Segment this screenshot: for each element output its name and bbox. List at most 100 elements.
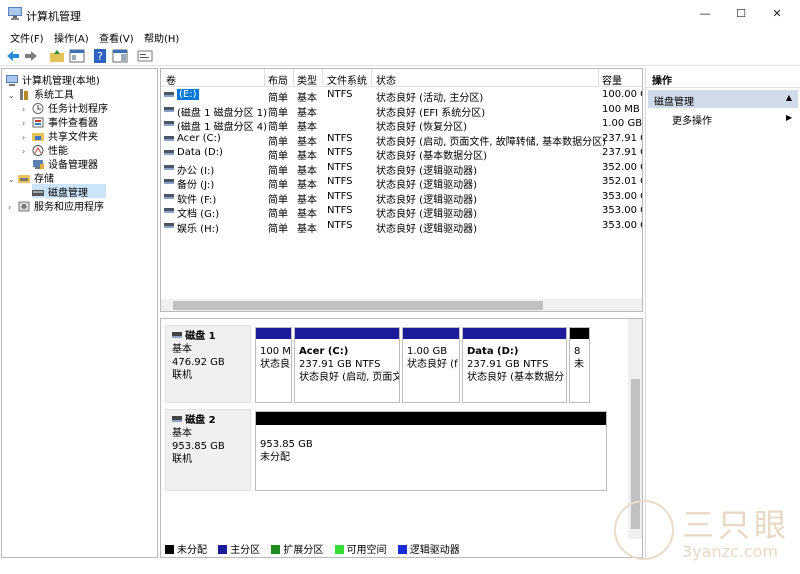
col-status[interactable]: 状态	[376, 72, 396, 87]
legend-extended: 扩展分区	[271, 541, 323, 556]
legend-swatch	[165, 545, 174, 554]
disk1-partition-recovery[interactable]: 1.00 GB 状态良好 (f	[402, 327, 460, 403]
col-layout[interactable]: 布局	[268, 72, 288, 87]
tree-performance[interactable]: › 性能	[22, 142, 68, 157]
disk1-partition-d[interactable]: Data (D:) 237.91 GB NTFS 状态良好 (基本数据分	[462, 327, 567, 403]
cell-cap: 352.01 G	[602, 176, 642, 187]
tree-task-scheduler[interactable]: › 任务计划程序	[22, 100, 108, 115]
chevron-right-icon[interactable]: ›	[22, 147, 32, 156]
cell-vol: (E:)	[177, 89, 199, 100]
chevron-down-icon[interactable]: ⌄	[8, 175, 18, 184]
performance-icon	[32, 145, 44, 156]
menu-help[interactable]: 帮助(H)	[144, 30, 179, 45]
horizontal-scrollbar[interactable]	[161, 299, 642, 311]
cell-cap: 353.00 G	[602, 219, 642, 231]
forward-arrow-icon[interactable]	[23, 48, 39, 64]
table-row[interactable]: (E:)简单基本NTFS状态良好 (活动, 主分区)100.00 G	[161, 88, 642, 104]
cell-cap: 237.91 G	[602, 147, 642, 158]
table-row[interactable]: (磁盘 1 磁盘分区 1) 简单 基本 状态良好 (EFI 系统分区) 100 MB	[161, 103, 642, 119]
cell-fs: NTFS	[327, 205, 353, 216]
console-tree-icon[interactable]	[69, 48, 85, 64]
volume-icon	[164, 208, 174, 213]
legend-unallocated: 未分配	[165, 541, 207, 556]
table-row[interactable]: Acer (C:) 简单 基本 NTFS 状态良好 (启动, 页面文件, 故障转储, 基…	[161, 132, 642, 148]
disk2-size: 953.85 GB	[172, 441, 225, 452]
legend-swatch	[397, 545, 407, 554]
tree-system-tools[interactable]: ⌄ 系统工具	[8, 86, 74, 101]
disk1-partition-efi[interactable]: 100 M 状态良	[255, 327, 292, 403]
chevron-right-icon[interactable]: ›	[22, 119, 32, 128]
cell-fs: NTFS	[327, 89, 353, 100]
menu-file[interactable]: 文件(F)	[10, 30, 44, 45]
up-folder-icon[interactable]	[49, 48, 65, 64]
close-button[interactable]: ✕	[762, 4, 792, 24]
actions-section-disk-management[interactable]: 磁盘管理 ▲	[648, 90, 798, 108]
cell-cap: 100.00 G	[602, 89, 642, 100]
tree-root[interactable]: 计算机管理(本地)	[6, 72, 100, 87]
cell-vol: Acer (C:)	[177, 132, 221, 144]
tree-shared-folders[interactable]: › 共享文件夹	[22, 128, 98, 143]
disk2-info[interactable]: 磁盘 2 基本 953.85 GB 联机	[165, 409, 251, 491]
table-row[interactable]: Data (D:)简单基本NTFS状态良好 (基本数据分区)237.91 G	[161, 146, 642, 162]
col-volume[interactable]: 卷	[166, 72, 176, 87]
chevron-right-icon[interactable]: ›	[22, 105, 32, 114]
table-row[interactable]: 娱乐 (H:) 简单基本 NTFS 状态良好 (逻辑驱动器) 353.00 G	[161, 219, 642, 235]
legend-free-space: 可用空间	[334, 541, 387, 556]
table-row[interactable]: 备份 (J:)简单基本NTFS状态良好 (逻辑驱动器)352.01 G	[161, 175, 642, 191]
chevron-right-icon[interactable]: ›	[22, 133, 32, 142]
storage-icon	[18, 175, 30, 183]
services-icon	[18, 201, 30, 212]
col-capacity[interactable]: 容量	[602, 72, 622, 87]
table-row[interactable]: 软件 (F:)简单基本NTFS状态良好 (逻辑驱动器)353.00 G	[161, 190, 642, 206]
watermark: 三只眼 3yanzc.com	[610, 494, 800, 574]
more-actions[interactable]: 更多操作	[672, 112, 712, 127]
show-hide-pane-icon[interactable]	[112, 48, 128, 64]
cell-fs: NTFS	[327, 176, 353, 187]
back-arrow-icon[interactable]	[5, 48, 21, 64]
volume-icon	[164, 106, 174, 112]
clock-icon	[32, 103, 44, 114]
tree-device-manager[interactable]: 设备管理器	[32, 156, 98, 171]
chevron-right-icon[interactable]: ›	[8, 203, 18, 212]
tree-storage[interactable]: ⌄ 存储	[8, 170, 54, 185]
minimize-button[interactable]: —	[690, 4, 720, 24]
disk1-info[interactable]: 磁盘 1 基本 476.92 GB 联机	[165, 325, 251, 403]
disk1-partition-extended[interactable]: 8未	[569, 327, 590, 403]
disk1-partition-c[interactable]: Acer (C:) 237.91 GB NTFS 状态良好 (启动, 页面文	[294, 327, 400, 403]
volume-list: 卷 布局 类型 文件系统 状态 容量 (E:) 简单 基本 NTFS 状态良好 (活动,…	[160, 68, 643, 312]
horizontal-scroll-thumb[interactable]	[173, 301, 543, 310]
help-icon[interactable]: ?	[92, 48, 108, 64]
computer-management-icon	[6, 75, 18, 86]
computer-management-icon	[8, 7, 22, 20]
table-row[interactable]: 办公 (I:)简单基本NTFS状态良好 (逻辑驱动器)352.00 G	[161, 161, 642, 177]
table-row[interactable]: (磁盘 1 磁盘分区 4) 简单 基本 状态良好 (恢复分区) 1.00 GB	[161, 117, 642, 133]
tree-services-apps[interactable]: › 服务和应用程序	[8, 198, 104, 213]
col-filesystem[interactable]: 文件系统	[327, 72, 367, 87]
table-row[interactable]: 文档 (G:)简单基本NTFS状态良好 (逻辑驱动器)353.00 G	[161, 204, 642, 220]
disk2-unallocated[interactable]: 953.85 GB 未分配	[255, 411, 607, 491]
device-manager-icon	[33, 160, 44, 169]
cell-fs: NTFS	[327, 132, 353, 144]
collapse-up-icon[interactable]: ▲	[786, 93, 792, 102]
volume-icon	[164, 164, 174, 170]
volume-icon	[164, 121, 174, 126]
cell-layout: 简单	[268, 223, 288, 235]
watermark-logo-icon	[614, 500, 674, 560]
cell-fs: NTFS	[327, 219, 353, 231]
col-type[interactable]: 类型	[297, 72, 317, 87]
submenu-arrow-icon[interactable]: ▶	[786, 113, 792, 122]
disk2-name: 磁盘 2	[185, 415, 216, 426]
tree-disk-management[interactable]: 磁盘管理	[32, 184, 106, 199]
chevron-down-icon[interactable]: ⌄	[8, 91, 18, 100]
navigation-tree: 计算机管理(本地) ⌄ 系统工具 › 任务计划程序 › 事件查看器 › 共享文件夹 › 性…	[1, 68, 158, 558]
legend-primary: 主分区	[218, 541, 260, 556]
svg-text:?: ?	[97, 50, 103, 63]
tree-event-viewer[interactable]: › 事件查看器	[22, 114, 98, 129]
legend-swatch	[334, 545, 344, 554]
volume-icon	[164, 179, 174, 184]
menu-view[interactable]: 查看(V)	[99, 30, 134, 45]
properties-icon[interactable]	[137, 48, 153, 64]
cell-cap: 353.00 G	[602, 205, 642, 216]
menu-action[interactable]: 操作(A)	[54, 30, 89, 45]
maximize-button[interactable]: ☐	[726, 4, 756, 24]
